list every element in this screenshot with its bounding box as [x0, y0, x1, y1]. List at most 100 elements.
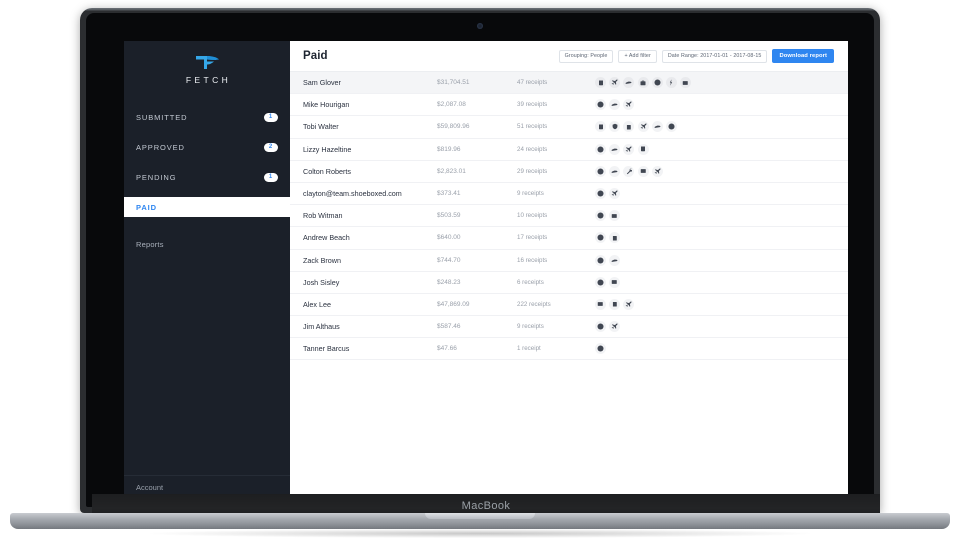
- sidebar-item-submitted[interactable]: SUBMITTED 1: [124, 107, 290, 127]
- coffee-icon[interactable]: [595, 321, 606, 333]
- car-icon[interactable]: [609, 99, 621, 111]
- person-name: Josh Sisley: [303, 277, 340, 287]
- amount-value: $47.66: [437, 345, 457, 353]
- car-icon[interactable]: [623, 77, 635, 89]
- hotel-icon[interactable]: [609, 276, 621, 288]
- plane-icon[interactable]: [623, 298, 635, 310]
- person-name: Alex Lee: [303, 299, 331, 309]
- table-row[interactable]: Colton Roberts $2,823.01 29 receipts: [290, 161, 848, 183]
- receipt-count: 222 receipts: [517, 300, 551, 308]
- receipt-count: 47 receipts: [517, 79, 548, 87]
- plane-icon[interactable]: [623, 99, 635, 111]
- sidebar-item-pending[interactable]: PENDING 1: [124, 167, 290, 187]
- grouping-button[interactable]: Grouping: People: [558, 49, 614, 63]
- hotel-icon[interactable]: [609, 210, 621, 222]
- category-icons: [595, 210, 835, 222]
- table-row[interactable]: Mike Hourigan $2,087.08 39 receipts: [290, 94, 848, 117]
- topbar: Paid Grouping: People + Add filter Date …: [290, 41, 848, 72]
- sidebar-item-label: PAID: [136, 202, 157, 212]
- coffee-icon[interactable]: [595, 143, 606, 155]
- laptop-base: [10, 513, 950, 529]
- shield-icon[interactable]: [609, 121, 621, 133]
- plane-icon[interactable]: [609, 321, 621, 333]
- book-icon[interactable]: [609, 298, 621, 310]
- table-row[interactable]: Alex Lee $47,869.09 222 receipts: [290, 294, 848, 317]
- app-window: FETCH SUBMITTED 1 APPROVED 2 PENDING 1 P…: [124, 41, 848, 501]
- table-row[interactable]: Tobi Walter $59,809.96 51 receipts: [290, 116, 848, 139]
- hotel-icon[interactable]: [680, 77, 692, 89]
- table-row[interactable]: Sam Glover $31,704.51 47 receipts: [290, 72, 848, 95]
- table-row[interactable]: Andrew Beach $640.00 17 receipts: [290, 227, 848, 250]
- person-name: clayton@team.shoeboxed.com: [303, 189, 402, 199]
- plane-icon[interactable]: [623, 143, 635, 155]
- category-icons: [595, 254, 835, 266]
- person-name: Lizzy Hazeltine: [303, 144, 352, 154]
- car-icon[interactable]: [609, 254, 621, 266]
- sidebar-item-label: PENDING: [136, 172, 177, 182]
- briefcase-icon[interactable]: [637, 77, 649, 89]
- coffee-icon[interactable]: [651, 77, 663, 89]
- coffee-icon[interactable]: [595, 210, 606, 222]
- plane-icon[interactable]: [609, 77, 621, 89]
- laptop-shadow: [150, 529, 810, 538]
- receipt-count: 6 receipts: [517, 278, 544, 286]
- receipt-icon[interactable]: [637, 143, 649, 155]
- receipt-icon[interactable]: [595, 121, 606, 133]
- fuel-icon[interactable]: [665, 77, 677, 89]
- coffee-icon[interactable]: [665, 121, 677, 133]
- coffee-icon[interactable]: [595, 99, 606, 111]
- sidebar-item-approved[interactable]: APPROVED 2: [124, 137, 290, 157]
- hotel-icon[interactable]: [595, 298, 606, 310]
- add-filter-button[interactable]: + Add filter: [618, 49, 657, 63]
- laptop-base-notch: [425, 513, 535, 519]
- book-icon[interactable]: [623, 121, 635, 133]
- wrench-icon[interactable]: [623, 165, 635, 177]
- laptop-bezel: FETCH SUBMITTED 1 APPROVED 2 PENDING 1 P…: [86, 13, 880, 518]
- brand-name: FETCH: [185, 75, 232, 85]
- hotel-icon[interactable]: [637, 165, 649, 177]
- download-report-button[interactable]: Download report: [772, 49, 834, 63]
- sidebar-item-paid[interactable]: PAID: [124, 197, 290, 217]
- plane-icon[interactable]: [609, 188, 621, 200]
- receipt-icon[interactable]: [595, 77, 606, 89]
- category-icons: [595, 276, 835, 288]
- brand-logo[interactable]: FETCH: [124, 41, 290, 97]
- plane-icon[interactable]: [637, 121, 649, 133]
- sidebar-item-reports[interactable]: Reports: [124, 234, 290, 254]
- receipt-count: 1 receipt: [517, 345, 541, 353]
- sidebar-item-label: SUBMITTED: [136, 112, 188, 122]
- category-icons: [595, 321, 835, 333]
- coffee-icon[interactable]: [595, 276, 606, 288]
- coffee-icon[interactable]: [595, 188, 606, 200]
- category-icons: [595, 77, 835, 89]
- book-icon[interactable]: [609, 232, 621, 244]
- status-badge: 2: [264, 142, 278, 152]
- coffee-icon[interactable]: [595, 165, 606, 177]
- receipt-count: 9 receipts: [517, 190, 544, 198]
- receipt-count: 9 receipts: [517, 323, 544, 331]
- table-row[interactable]: Lizzy Hazeltine $819.96 24 receipts: [290, 139, 848, 161]
- coffee-icon[interactable]: [595, 343, 606, 355]
- fetch-feather-logo-icon: [196, 56, 219, 69]
- amount-value: $2,087.08: [437, 101, 466, 109]
- plane-icon[interactable]: [651, 165, 663, 177]
- table-row[interactable]: Tanner Barcus $47.66 1 receipt: [290, 338, 848, 361]
- table-row[interactable]: clayton@team.shoeboxed.com $373.41 9 recei…: [290, 183, 848, 206]
- nav-divider: [124, 227, 290, 234]
- table-row[interactable]: Rob Witman $503.59 10 receipts: [290, 205, 848, 228]
- coffee-icon[interactable]: [595, 254, 606, 266]
- date-range-button[interactable]: Date Range: 2017-01-01 - 2017-08-15: [661, 49, 768, 63]
- table-row[interactable]: Josh Sisley $248.23 6 receipts: [290, 272, 848, 294]
- laptop-lid: FETCH SUBMITTED 1 APPROVED 2 PENDING 1 P…: [80, 8, 880, 518]
- car-icon[interactable]: [609, 165, 621, 177]
- amount-value: $373.41: [437, 190, 461, 198]
- car-icon[interactable]: [609, 143, 621, 155]
- amount-value: $744.70: [437, 256, 461, 264]
- table-row[interactable]: Zack Brown $744.70 16 receipts: [290, 250, 848, 272]
- table-row[interactable]: Jim Althaus $587.46 9 receipts: [290, 316, 848, 339]
- person-name: Jim Althaus: [303, 322, 340, 332]
- coffee-icon[interactable]: [595, 232, 606, 244]
- laptop-screen: FETCH SUBMITTED 1 APPROVED 2 PENDING 1 P…: [124, 41, 848, 501]
- car-icon[interactable]: [651, 121, 663, 133]
- person-name: Mike Hourigan: [303, 100, 350, 110]
